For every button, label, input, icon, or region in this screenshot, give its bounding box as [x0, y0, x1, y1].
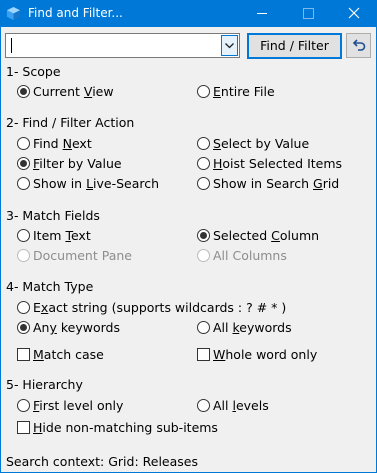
- maximize-icon: [303, 8, 314, 19]
- checkbox-hide-non-matching[interactable]: [17, 421, 30, 434]
- maximize-button[interactable]: [285, 0, 331, 27]
- label-live-search[interactable]: Show in Live-Search: [33, 176, 159, 191]
- radio-live-search[interactable]: [17, 177, 30, 190]
- label-selected-column[interactable]: Selected Column: [213, 228, 319, 243]
- label-document-pane: Document Pane: [33, 248, 132, 263]
- fields-header: 3- Match Fields: [6, 208, 100, 223]
- radio-item-text[interactable]: [17, 229, 30, 242]
- label-filter-by-value[interactable]: Filter by Value: [33, 156, 122, 171]
- radio-all-keywords[interactable]: [197, 321, 210, 334]
- radio-search-grid[interactable]: [197, 177, 210, 190]
- radio-hoist-selected[interactable]: [197, 157, 210, 170]
- label-whole-word[interactable]: Whole word only: [213, 347, 317, 362]
- label-hoist-selected[interactable]: Hoist Selected Items: [213, 156, 342, 171]
- radio-first-level[interactable]: [17, 399, 30, 412]
- label-find-next[interactable]: Find Next: [33, 136, 92, 151]
- label-all-levels[interactable]: All levels: [213, 398, 269, 413]
- title-bar[interactable]: Find and Filter...: [0, 0, 377, 27]
- close-icon: [348, 7, 360, 19]
- label-exact-string[interactable]: Exact string (supports wildcards : ? # *…: [33, 300, 286, 315]
- text-caret: [11, 38, 12, 53]
- minimize-icon: [257, 13, 267, 14]
- label-entire-file[interactable]: Entire File: [213, 84, 275, 99]
- label-select-by-value[interactable]: Select by Value: [213, 136, 309, 151]
- radio-all-columns: [197, 249, 210, 262]
- radio-any-keywords[interactable]: [17, 321, 30, 334]
- radio-current-view[interactable]: [17, 85, 30, 98]
- label-current-view[interactable]: Current View: [33, 84, 114, 99]
- label-all-keywords[interactable]: All keywords: [213, 320, 292, 335]
- match-type-header: 4- Match Type: [6, 279, 94, 294]
- label-any-keywords[interactable]: Any keywords: [33, 320, 120, 335]
- undo-icon: [352, 39, 366, 51]
- app-cube-icon: [6, 6, 21, 21]
- label-search-grid[interactable]: Show in Search Grid: [213, 176, 339, 191]
- action-header: 2- Find / Filter Action: [6, 115, 135, 130]
- radio-exact-string[interactable]: [17, 301, 30, 314]
- label-item-text[interactable]: Item Text: [33, 228, 91, 243]
- minimize-button[interactable]: [239, 0, 285, 27]
- search-input[interactable]: [6, 34, 222, 57]
- scope-header: 1- Scope: [6, 64, 61, 79]
- label-hide-non-matching[interactable]: Hide non-matching sub-items: [33, 420, 218, 435]
- radio-all-levels[interactable]: [197, 399, 210, 412]
- find-filter-button[interactable]: Find / Filter: [247, 33, 342, 59]
- checkbox-match-case[interactable]: [17, 348, 30, 361]
- checkbox-whole-word[interactable]: [197, 348, 210, 361]
- radio-document-pane: [17, 249, 30, 262]
- label-match-case[interactable]: Match case: [33, 347, 104, 362]
- radio-entire-file[interactable]: [197, 85, 210, 98]
- status-text: Search context: Grid: Releases: [6, 454, 198, 469]
- window-title: Find and Filter...: [28, 6, 123, 20]
- radio-find-next[interactable]: [17, 137, 30, 150]
- close-button[interactable]: [331, 0, 377, 27]
- label-all-columns: All Columns: [213, 248, 287, 263]
- search-combobox[interactable]: [5, 33, 240, 58]
- radio-selected-column[interactable]: [197, 229, 210, 242]
- search-dropdown-button[interactable]: [221, 35, 238, 56]
- chevron-down-icon: [225, 43, 234, 49]
- label-first-level[interactable]: First level only: [33, 398, 123, 413]
- radio-select-by-value[interactable]: [197, 137, 210, 150]
- undo-button[interactable]: [346, 33, 371, 58]
- radio-filter-by-value[interactable]: [17, 157, 30, 170]
- hierarchy-header: 5- Hierarchy: [6, 377, 83, 392]
